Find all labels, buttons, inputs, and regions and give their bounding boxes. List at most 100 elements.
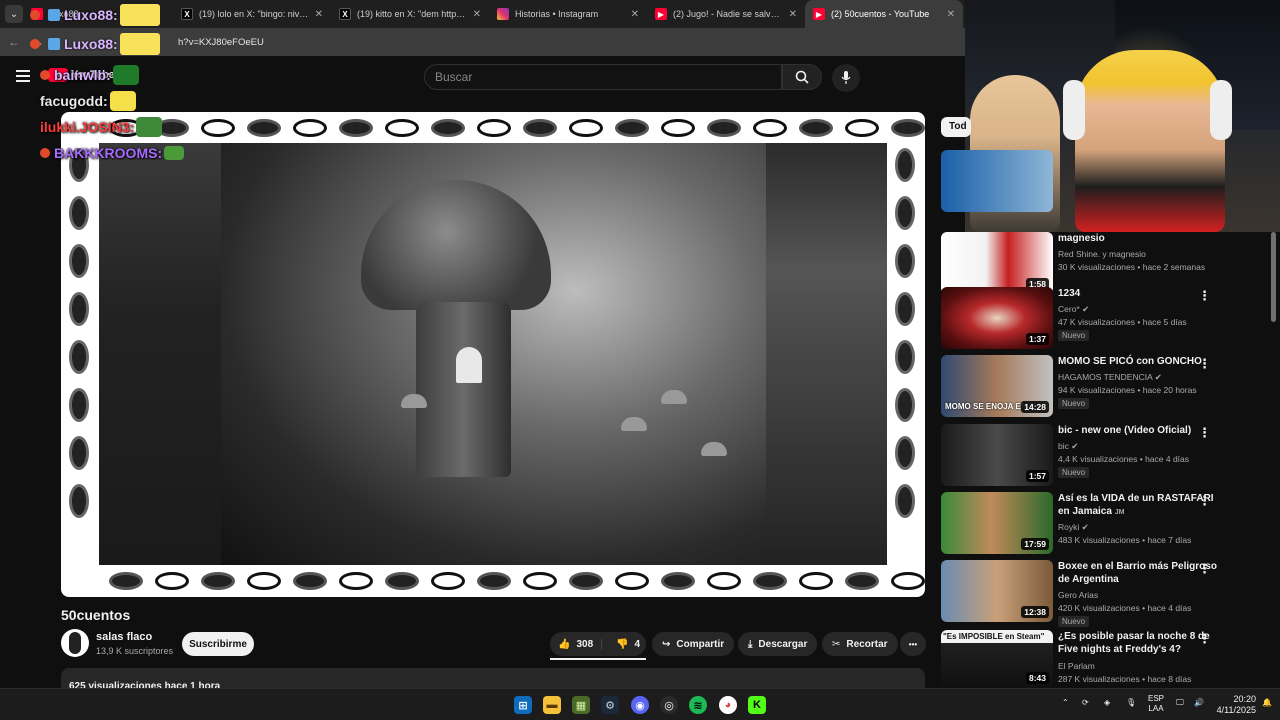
sidebar-video-meta: 30 K visualizaciones • hace 2 semanas (1058, 262, 1206, 272)
search-button[interactable] (782, 64, 822, 90)
network-icon[interactable]: 🖵 (1176, 698, 1184, 708)
subscribe-button[interactable]: Suscribirme (182, 632, 254, 656)
like-count: 308 (576, 638, 594, 650)
browser-tab[interactable]: X (19) lolo en X: "bingo: nivel de ✕ (173, 0, 331, 28)
voice-search-button[interactable] (832, 64, 860, 92)
video-thumbnail[interactable]: 1:58 (941, 232, 1053, 294)
url-field[interactable]: h?v=KXJ80eFOeEU (178, 37, 264, 48)
video-player[interactable] (61, 112, 925, 597)
search-icon (795, 70, 809, 84)
sidebar-video[interactable]: 12:38 Boxee en el Barrio más Peligroso d… (941, 560, 1266, 627)
tray-expand-icon[interactable]: ⌃ (1062, 698, 1069, 707)
tab-close-icon[interactable]: ✕ (473, 9, 481, 20)
chat-emote (109, 91, 136, 111)
download-label: Descargar (758, 638, 808, 650)
tray-app-icon[interactable]: ◈ (1104, 698, 1110, 707)
channel-name[interactable]: salas flaco (96, 631, 152, 643)
chat-emote (119, 33, 160, 55)
volume-icon[interactable]: 🔊 (1194, 698, 1204, 707)
spotify-icon[interactable]: ≋ (689, 696, 707, 714)
stream-chat-overlay: bainwlb: facugodd: ilukki.JOSIN3: BAKKKR… (40, 62, 240, 166)
more-dots-icon: ••• (908, 639, 918, 649)
language-indicator[interactable]: ESP LAA (1148, 694, 1164, 714)
windows-start-icon[interactable]: ⊞ (514, 696, 532, 714)
steam-icon[interactable]: ⚙ (601, 696, 619, 714)
sidebar-video[interactable]: 1:57 bic - new one (Video Oficial) bic ✔… (941, 424, 1266, 488)
filter-chip-all[interactable]: Tod (941, 117, 971, 137)
sidebar-scrollbar[interactable] (1271, 232, 1276, 322)
clock-time: 20:20 (1233, 694, 1256, 704)
video-thumbnail[interactable]: "Es IMPOSIBLE en Steam" 8:43 (941, 630, 1053, 688)
tab-search-button[interactable]: ⌄ (5, 5, 23, 23)
discord-icon[interactable]: ◉ (631, 696, 649, 714)
sidebar-video-title[interactable]: bic - new one (Video Oficial) (1058, 424, 1218, 437)
tab-close-icon[interactable]: ✕ (947, 9, 955, 20)
sidebar-video-title[interactable]: ¿Es posible pasar la noche 8 de Five nig… (1058, 630, 1218, 656)
dislike-button[interactable]: 👎 4 (608, 639, 640, 650)
tab-close-icon[interactable]: ✕ (631, 9, 639, 20)
video-thumbnail[interactable]: 12:38 (941, 560, 1053, 622)
more-options-icon[interactable]: ⋮ (1198, 562, 1211, 575)
chrome-icon[interactable]: ◕ (719, 696, 737, 714)
more-options-icon[interactable]: ⋮ (1198, 357, 1211, 370)
sidebar-channel-name[interactable]: Gero Arias (1058, 590, 1098, 600)
menu-icon[interactable] (16, 70, 30, 82)
video-thumbnail[interactable]: 1:37 (941, 287, 1053, 349)
sidebar-video-title[interactable]: MOMO SE PICÓ con GONCHO (1058, 355, 1218, 368)
obs-icon[interactable]: ◎ (660, 696, 678, 714)
sidebar-video-meta: 4,4 K visualizaciones • hace 4 días (1058, 454, 1190, 464)
chat-badge-icon (40, 70, 50, 80)
system-clock[interactable]: 20:20 4/11/2025 (1212, 694, 1256, 716)
kick-icon[interactable]: K (748, 696, 766, 714)
browser-tab[interactable]: ▶ (2) Jugo! - Nadie se salva (Vide ✕ (647, 0, 805, 28)
more-options-icon[interactable]: ⋮ (1198, 632, 1211, 645)
tray-sync-icon[interactable]: ⟳ (1082, 698, 1089, 707)
more-options-icon[interactable]: ⋮ (1198, 289, 1211, 302)
sidebar-video-hidden[interactable] (941, 150, 1266, 216)
lips-border-left (69, 148, 89, 518)
sidebar-channel-name[interactable]: El Parlam (1058, 661, 1095, 671)
sidebar-video[interactable]: 1:37 1234 Cero* ✔ 47 K visualizaciones •… (941, 287, 1266, 351)
sidebar-video[interactable]: "Es IMPOSIBLE en Steam" 8:43 ¿Es posible… (941, 630, 1266, 688)
sidebar-video-title[interactable]: magnesio (1058, 232, 1218, 245)
browser-tab-active[interactable]: ▶ (2) 50cuentos - YouTube ✕ (805, 0, 963, 28)
video-title: 50cuentos (61, 607, 131, 623)
chat-overlay-top-line: Luxo88: (30, 4, 160, 26)
sidebar-video-title[interactable]: 1234 (1058, 287, 1218, 300)
more-options-icon[interactable]: ⋮ (1198, 494, 1211, 507)
browser-tab[interactable]: Historias • Instagram ✕ (489, 0, 647, 28)
like-button[interactable]: 👍 308 (550, 638, 602, 650)
minecraft-icon[interactable]: ▦ (572, 696, 590, 714)
video-thumbnail[interactable]: MOMO SE ENOJA EN S 14:28 (941, 355, 1053, 417)
back-arrow-icon[interactable]: ← (4, 32, 24, 52)
sidebar-video[interactable]: MOMO SE ENOJA EN S 14:28 MOMO SE PICÓ co… (941, 355, 1266, 419)
sidebar-channel-name[interactable]: Cero* ✔ (1058, 304, 1089, 315)
sidebar-video-title[interactable]: Así es la VIDA de un RASTAFARI en Jamaic… (1058, 492, 1218, 519)
channel-avatar[interactable] (61, 629, 89, 657)
sidebar-channel-name[interactable]: HAGAMOS TENDENCIA ✔ (1058, 372, 1162, 383)
file-explorer-icon[interactable]: ▬ (543, 696, 561, 714)
more-options-icon[interactable]: ⋮ (1198, 426, 1211, 439)
video-thumbnail[interactable]: 17:59 (941, 492, 1053, 554)
share-button[interactable]: ↪ Compartir (652, 632, 735, 656)
search-input[interactable]: Buscar (424, 64, 782, 90)
microphone-tray-icon[interactable]: 🎙 (1126, 698, 1136, 707)
clip-button[interactable]: ✂ Recortar (822, 632, 898, 656)
headphone-left (1063, 80, 1085, 140)
more-actions-button[interactable]: ••• (900, 632, 926, 656)
video-thumbnail[interactable]: 1:57 (941, 424, 1053, 486)
tab-close-icon[interactable]: ✕ (789, 9, 797, 20)
tab-close-icon[interactable]: ✕ (315, 9, 323, 20)
sidebar-video[interactable]: 17:59 Así es la VIDA de un RASTAFARI en … (941, 492, 1266, 556)
chat-username: Luxo88: (64, 36, 118, 52)
sidebar-video-title[interactable]: Boxee en el Barrio más Peligroso de Arge… (1058, 560, 1218, 586)
sidebar-channel-name[interactable]: bic ✔ (1058, 441, 1078, 452)
notification-bell-icon[interactable]: 🔔 (1262, 698, 1272, 707)
sidebar-channel-name[interactable]: Red Shine. y magnesio (1058, 249, 1146, 259)
small-mushroom (701, 442, 727, 456)
chat-username: BAKKKROOMS: (54, 145, 163, 161)
sidebar-channel-name[interactable]: Royki ✔ (1058, 522, 1089, 533)
browser-tab[interactable]: X (19) kitto en X: "dem https://t.c ✕ (331, 0, 489, 28)
chat-badge-icon (40, 148, 50, 158)
download-button[interactable]: ⤓ Descargar (738, 632, 818, 656)
